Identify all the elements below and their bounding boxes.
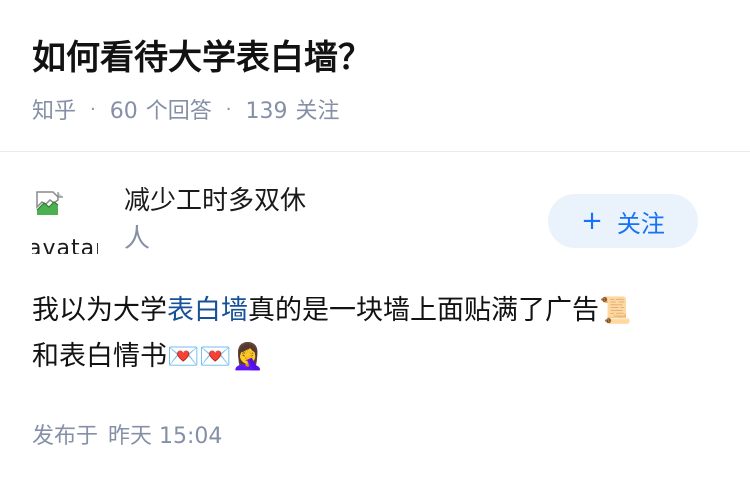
avatar-alt-text: avatar: [32, 236, 98, 254]
broken-image-icon: [36, 191, 63, 215]
avatar[interactable]: avatar: [32, 188, 98, 254]
answer-count: 60: [109, 99, 138, 124]
source-label: 知乎: [32, 99, 77, 124]
follow-button[interactable]: + 关注: [548, 194, 698, 248]
answer-content: 我以为大学表白墙真的是一块墙上面贴满了广告📜 和表白情书💌💌🤦‍♀️: [32, 288, 722, 380]
question-title[interactable]: 如何看待大学表白墙？: [32, 30, 718, 86]
question-meta: 知乎 · 60 个回答 · 139 关注: [32, 92, 718, 126]
topic-link[interactable]: 表白墙: [167, 295, 248, 326]
author-name[interactable]: 减少工时多双休 人: [124, 182, 364, 258]
published-label: 发布于: [32, 424, 99, 449]
plus-icon: +: [581, 206, 603, 236]
love-letter-emoji-icon: 💌💌: [167, 342, 232, 372]
facepalm-emoji-icon: 🤦‍♀️: [231, 342, 265, 372]
follow-button-label: 关注: [616, 209, 665, 238]
answer-count-label: 个回答: [145, 99, 212, 124]
follow-count-link[interactable]: 139 关注: [246, 93, 340, 125]
follow-count: 139: [245, 99, 288, 124]
follow-count-label: 关注: [295, 99, 340, 124]
author-name-line1: 减少工时多双休: [124, 186, 307, 216]
scroll-emoji-icon: 📜: [599, 296, 632, 326]
published-time: 昨天 15:04: [108, 424, 223, 449]
question-header: 如何看待大学表白墙？ 知乎 · 60 个回答 · 139 关注: [32, 30, 718, 126]
answer-footer: 发布于 昨天 15:04: [32, 418, 222, 450]
author-row: avatar 减少工时多双休 人 + 关注: [32, 182, 718, 262]
content-text: 和表白情书: [32, 341, 167, 372]
content-text: 我以为大学: [32, 295, 167, 326]
answer-page: 如何看待大学表白墙？ 知乎 · 60个回答 · 139关注 avatar 减少工: [0, 0, 750, 486]
header-divider: [0, 151, 750, 152]
meta-separator: ·: [90, 98, 96, 120]
content-text: 真的是一块墙上面贴满了广告: [248, 295, 599, 326]
author-name-line2: 人: [124, 224, 151, 254]
meta-separator: ·: [225, 98, 232, 120]
answer-count-link[interactable]: 60 个回答: [110, 93, 212, 125]
